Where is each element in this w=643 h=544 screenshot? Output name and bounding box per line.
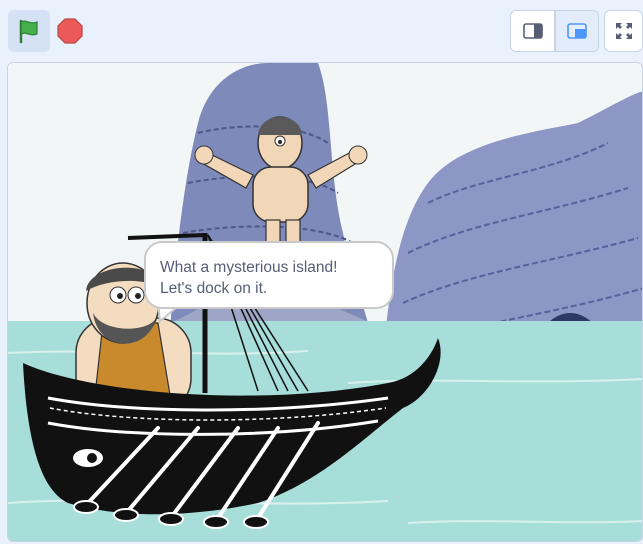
speech-bubble-line-1: What a mysterious island!	[160, 259, 338, 276]
small-stage-icon	[522, 23, 543, 39]
stop-button[interactable]	[52, 10, 88, 52]
fullscreen-icon	[615, 23, 632, 39]
green-flag-button[interactable]	[8, 10, 50, 52]
fullscreen-button[interactable]	[604, 10, 643, 52]
small-stage-button[interactable]	[510, 10, 555, 52]
stop-sign-icon	[57, 18, 83, 44]
stage-toolbar	[0, 0, 643, 62]
stage[interactable]: What a mysterious island! Let's dock on …	[7, 62, 643, 542]
speech-bubble: What a mysterious island! Let's dock on …	[144, 241, 394, 309]
normal-stage-icon	[567, 23, 587, 39]
normal-stage-button[interactable]	[555, 10, 599, 52]
green-flag-icon	[19, 19, 38, 44]
speech-bubble-line-2: Let's dock on it.	[160, 280, 268, 297]
